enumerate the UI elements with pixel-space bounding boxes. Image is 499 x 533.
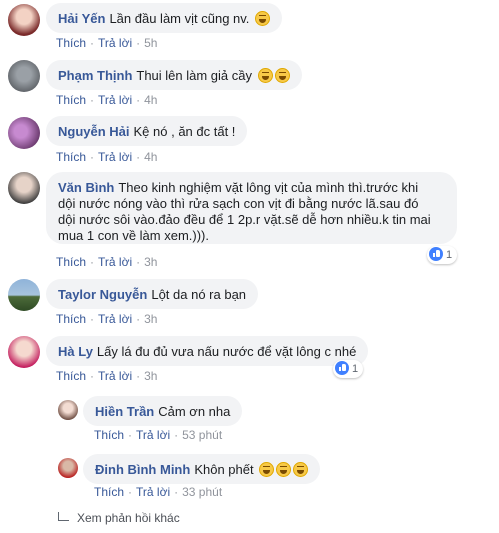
commenter-name[interactable]: Văn Bình — [58, 180, 114, 195]
avatar[interactable] — [8, 336, 40, 368]
reply-link[interactable]: Trả lời — [98, 255, 132, 269]
laughing-emoji-icon — [257, 68, 273, 83]
reply-link[interactable]: Trả lời — [136, 428, 170, 442]
comment-bubble: Hiền Trần Cảm ơn nha — [83, 396, 243, 426]
commenter-name[interactable]: Hiền Trần — [95, 404, 154, 419]
comment-actions: Thích · Trả lời · 33 phút — [94, 485, 223, 499]
comment-text: Khôn phết — [194, 462, 254, 477]
comment-bubble: Văn Bình Theo kinh nghiệm vặt lông vịt củ… — [46, 172, 457, 244]
reply-link[interactable]: Trả lời — [98, 36, 132, 50]
like-link[interactable]: Thích — [94, 485, 124, 499]
comment-bubble: Phạm Thịnh Thui lên làm giả cầy — [46, 60, 302, 90]
comment-actions: Thích · Trả lời · 5h — [56, 36, 158, 50]
comment-bubble: Nguyễn Hải Kệ nó , ăn đc tất ! — [46, 116, 248, 146]
like-link[interactable]: Thích — [56, 36, 86, 50]
comment-text: Lột da nó ra bạn — [151, 287, 247, 302]
like-link[interactable]: Thích — [56, 312, 86, 326]
timestamp[interactable]: 53 phút — [182, 428, 222, 442]
commenter-name[interactable]: Đinh Bình Minh — [95, 462, 190, 477]
reply-link[interactable]: Trả lời — [98, 312, 132, 326]
laughing-emoji-icon — [259, 462, 275, 477]
like-link[interactable]: Thích — [56, 255, 86, 269]
commenter-name[interactable]: Taylor Nguyễn — [58, 287, 147, 302]
reply-link[interactable]: Trả lời — [98, 369, 132, 383]
comment-actions: Thích · Trả lời · 53 phút — [94, 428, 223, 442]
like-reaction-icon — [429, 247, 443, 261]
laughing-emoji-icon — [274, 68, 290, 83]
reaction-count[interactable]: 1 — [333, 360, 364, 378]
comment-text: Kệ nó , ăn đc tất ! — [133, 124, 236, 139]
reply-arrow-icon — [58, 512, 69, 521]
avatar[interactable] — [8, 117, 40, 149]
comment-bubble: Taylor Nguyễn Lột da nó ra bạn — [46, 279, 259, 309]
comment-actions: Thích · Trả lời · 4h — [56, 93, 158, 107]
comment-text: Thui lên làm giả cầy — [136, 68, 253, 83]
timestamp[interactable]: 5h — [144, 36, 157, 50]
comment-text: Lấy lá đu đủ vưa nấu nước để vặt lông c … — [96, 344, 357, 359]
laughing-emoji-icon — [293, 462, 309, 477]
comment-bubble: Hà Ly Lấy lá đu đủ vưa nấu nước để vặt lô… — [46, 336, 369, 366]
comment-bubble: Đinh Bình Minh Khôn phết — [83, 454, 321, 484]
avatar[interactable] — [8, 172, 40, 204]
avatar[interactable] — [58, 400, 78, 420]
comment-text: Cảm ơn nha — [158, 404, 231, 419]
reply-link[interactable]: Trả lời — [136, 485, 170, 499]
comment-actions: Thích · Trả lời · 4h — [56, 150, 158, 164]
like-link[interactable]: Thích — [56, 150, 86, 164]
comment-text: Lần đầu làm vịt cũng nv. — [109, 11, 250, 26]
comment-actions: Thích · Trả lời · 3h — [56, 369, 158, 383]
reaction-count[interactable]: 1 — [427, 246, 458, 264]
like-reaction-icon — [335, 361, 349, 375]
timestamp[interactable]: 3h — [144, 255, 157, 269]
laughing-emoji-icon — [276, 462, 292, 477]
timestamp[interactable]: 4h — [144, 150, 157, 164]
commenter-name[interactable]: Phạm Thịnh — [58, 68, 132, 83]
like-link[interactable]: Thích — [56, 369, 86, 383]
timestamp[interactable]: 3h — [144, 312, 157, 326]
avatar[interactable] — [8, 4, 40, 36]
like-link[interactable]: Thích — [56, 93, 86, 107]
timestamp[interactable]: 33 phút — [182, 485, 222, 499]
timestamp[interactable]: 3h — [144, 369, 157, 383]
reply-link[interactable]: Trả lời — [98, 93, 132, 107]
comment-actions: Thích · Trả lời · 3h — [56, 312, 158, 326]
reply-link[interactable]: Trả lời — [98, 150, 132, 164]
avatar[interactable] — [58, 458, 78, 478]
avatar[interactable] — [8, 279, 40, 311]
comment-bubble: Hải Yến Lần đầu làm vịt cũng nv. — [46, 3, 283, 33]
commenter-name[interactable]: Hà Ly — [58, 344, 93, 359]
laughing-emoji-icon — [255, 11, 271, 26]
timestamp[interactable]: 4h — [144, 93, 157, 107]
comment-actions: Thích · Trả lời · 3h — [56, 255, 158, 269]
avatar[interactable] — [8, 60, 40, 92]
view-more-replies-link[interactable]: Xem phản hồi khác — [58, 511, 180, 525]
commenter-name[interactable]: Hải Yến — [58, 11, 105, 26]
like-link[interactable]: Thích — [94, 428, 124, 442]
commenter-name[interactable]: Nguyễn Hải — [58, 124, 130, 139]
